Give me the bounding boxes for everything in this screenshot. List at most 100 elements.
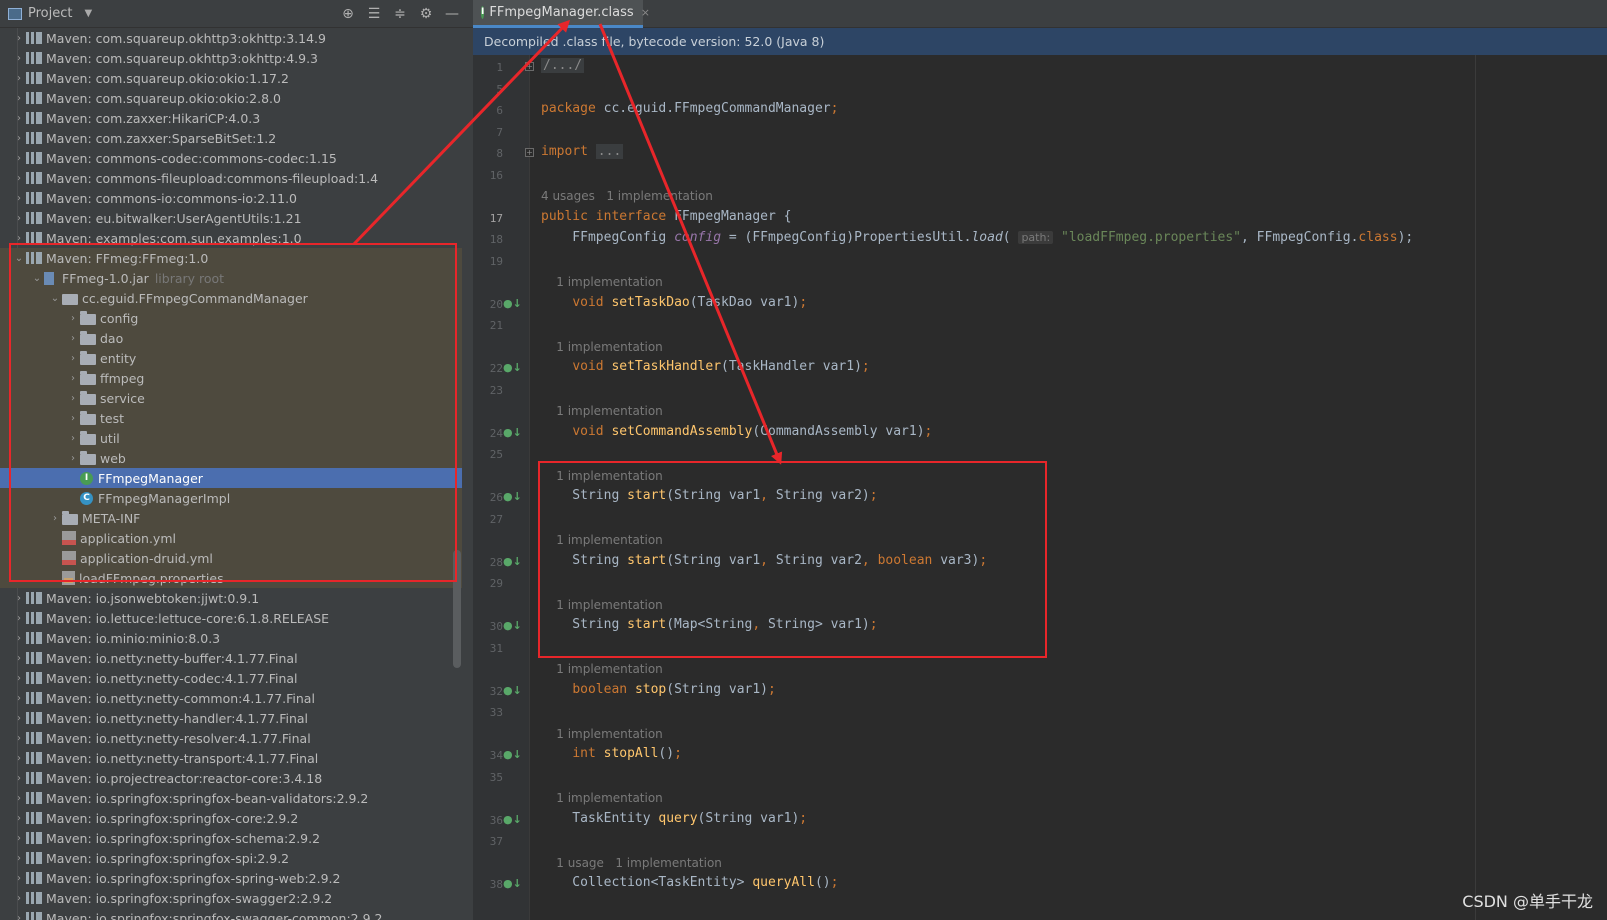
chevron-right-icon[interactable]: › [66, 313, 80, 324]
tree-item[interactable]: › dao [0, 328, 462, 348]
tree-item[interactable]: › Maven: io.netty:netty-common:4.1.77.Fin… [0, 688, 462, 708]
code-vision-hint[interactable]: 1 implementation [541, 727, 663, 741]
tree-item[interactable]: › config [0, 308, 462, 328]
implemented-method-icon[interactable]: ●↓ [503, 297, 522, 310]
tree-item[interactable]: › Maven: com.squareup.okio:okio:2.8.0 [0, 88, 462, 108]
locate-icon[interactable]: ⊕ [335, 6, 361, 22]
implemented-method-icon[interactable]: ●↓ [503, 555, 522, 568]
chevron-down-icon[interactable]: ⌄ [12, 253, 26, 264]
collapse-all-icon[interactable]: ≑ [387, 6, 413, 22]
tree-item[interactable]: I FFmpegManager [0, 468, 462, 488]
code-vision-hint[interactable]: 1 implementation [541, 469, 663, 483]
tree-item[interactable]: › Maven: io.netty:netty-buffer:4.1.77.Fin… [0, 648, 462, 668]
code-vision-hint[interactable]: 1 implementation [541, 533, 663, 547]
tree-item[interactable]: › Maven: io.netty:netty-handler:4.1.77.Fi… [0, 708, 462, 728]
code-line[interactable]: /.../ [541, 58, 585, 73]
chevron-right-icon[interactable]: › [12, 193, 26, 204]
tree-item[interactable]: › Maven: eu.bitwalker:UserAgentUtils:1.21 [0, 208, 462, 228]
tree-item[interactable]: › Maven: io.springfox:springfox-swagger-c… [0, 908, 462, 920]
chevron-right-icon[interactable]: › [12, 113, 26, 124]
code-vision-hint[interactable]: 1 implementation [541, 662, 663, 676]
code-line[interactable]: boolean stop(String var1); [541, 682, 776, 697]
chevron-right-icon[interactable]: › [12, 153, 26, 164]
implemented-method-icon[interactable]: ●↓ [503, 490, 522, 503]
chevron-down-icon[interactable]: ⌄ [48, 293, 62, 304]
chevron-right-icon[interactable]: › [12, 133, 26, 144]
tree-item[interactable]: › Maven: com.squareup.okhttp3:okhttp:4.9.… [0, 48, 462, 68]
tree-item[interactable]: › Maven: io.springfox:springfox-spring-we… [0, 868, 462, 888]
tree-item[interactable]: › Maven: io.netty:netty-codec:4.1.77.Fina… [0, 668, 462, 688]
chevron-right-icon[interactable]: › [12, 813, 26, 824]
chevron-right-icon[interactable]: › [12, 93, 26, 104]
chevron-right-icon[interactable]: › [66, 393, 80, 404]
chevron-right-icon[interactable]: › [12, 233, 26, 244]
tab-ffmpegmanager-class[interactable]: I FFmpegManager.class × [473, 0, 650, 28]
tree-scrollbar[interactable] [453, 550, 461, 668]
gear-icon[interactable]: ⚙ [413, 6, 439, 22]
project-view-selector[interactable]: Project ▼ [8, 6, 92, 21]
code-line[interactable]: int stopAll(); [541, 746, 682, 761]
tree-item[interactable]: application.yml [0, 528, 462, 548]
chevron-right-icon[interactable]: › [12, 633, 26, 644]
chevron-right-icon[interactable]: › [66, 353, 80, 364]
tree-item[interactable]: › util [0, 428, 462, 448]
expand-all-icon[interactable]: ☰ [361, 6, 387, 22]
chevron-right-icon[interactable]: › [12, 73, 26, 84]
minimize-icon[interactable]: — [439, 6, 465, 22]
tree-item[interactable]: C FFmpegManagerImpl [0, 488, 462, 508]
close-icon[interactable]: × [641, 6, 650, 19]
code-vision-hint[interactable]: 1 implementation [541, 275, 663, 289]
code-line[interactable]: String start(String var1, String var2); [541, 488, 877, 503]
chevron-right-icon[interactable]: › [12, 693, 26, 704]
tree-item[interactable]: › Maven: io.springfox:springfox-spi:2.9.2 [0, 848, 462, 868]
chevron-right-icon[interactable]: › [12, 653, 26, 664]
implemented-method-icon[interactable]: ●↓ [503, 813, 522, 826]
chevron-right-icon[interactable]: › [48, 513, 62, 524]
code-vision-hint[interactable]: 4 usages 1 implementation [541, 189, 713, 203]
code-vision-hint[interactable]: 1 implementation [541, 791, 663, 805]
code-line[interactable]: void setTaskDao(TaskDao var1); [541, 295, 807, 310]
tree-item[interactable]: › Maven: io.jsonwebtoken:jjwt:0.9.1 [0, 588, 462, 608]
implemented-method-icon[interactable]: ●↓ [503, 361, 522, 374]
chevron-right-icon[interactable]: › [66, 373, 80, 384]
tree-item[interactable]: ⌄ FFmeg-1.0.jar library root [0, 268, 462, 288]
code-vision-hint[interactable]: 1 usage 1 implementation [541, 856, 722, 870]
code-line[interactable]: import ... [541, 144, 624, 159]
tree-item[interactable]: ⌄ Maven: FFmeg:FFmeg:1.0 [0, 248, 462, 268]
tree-item[interactable]: › Maven: io.projectreactor:reactor-core:3… [0, 768, 462, 788]
chevron-right-icon[interactable]: › [12, 713, 26, 724]
tree-item[interactable]: ⌄ cc.eguid.FFmpegCommandManager [0, 288, 462, 308]
code-line[interactable]: void setTaskHandler(TaskHandler var1); [541, 359, 869, 374]
chevron-right-icon[interactable]: › [66, 333, 80, 344]
tree-item[interactable]: application-druid.yml [0, 548, 462, 568]
chevron-right-icon[interactable]: › [12, 593, 26, 604]
code-line[interactable]: void setCommandAssembly(CommandAssembly … [541, 424, 932, 439]
code-vision-hint[interactable]: 1 implementation [541, 598, 663, 612]
chevron-down-icon[interactable]: ⌄ [30, 273, 44, 284]
fold-toggle-icon[interactable]: + [525, 62, 534, 71]
implemented-method-icon[interactable]: ●↓ [503, 748, 522, 761]
tree-item[interactable]: › Maven: io.springfox:springfox-core:2.9.… [0, 808, 462, 828]
chevron-right-icon[interactable]: › [12, 33, 26, 44]
tree-item[interactable]: › Maven: commons-fileupload:commons-fileu… [0, 168, 462, 188]
implemented-method-icon[interactable]: ●↓ [503, 619, 522, 632]
chevron-right-icon[interactable]: › [66, 413, 80, 424]
chevron-right-icon[interactable]: › [12, 853, 26, 864]
code-line[interactable]: public interface FFmpegManager { [541, 209, 791, 224]
code-line[interactable]: Collection<TaskEntity> queryAll(); [541, 875, 838, 890]
tree-item[interactable]: › Maven: io.springfox:springfox-swagger2:… [0, 888, 462, 908]
chevron-right-icon[interactable]: › [12, 753, 26, 764]
tree-item[interactable]: loadFFmpeg.properties [0, 568, 462, 588]
tree-item[interactable]: › Maven: io.lettuce:lettuce-core:6.1.8.RE… [0, 608, 462, 628]
chevron-right-icon[interactable]: › [12, 173, 26, 184]
tree-item[interactable]: › service [0, 388, 462, 408]
tree-item[interactable]: › Maven: io.netty:netty-transport:4.1.77.… [0, 748, 462, 768]
tree-item[interactable]: › Maven: io.netty:netty-resolver:4.1.77.F… [0, 728, 462, 748]
tree-item[interactable]: › Maven: com.squareup.okio:okio:1.17.2 [0, 68, 462, 88]
chevron-right-icon[interactable]: › [12, 213, 26, 224]
code-line[interactable]: String start(Map<String, String> var1); [541, 617, 877, 632]
chevron-right-icon[interactable]: › [12, 733, 26, 744]
tree-item[interactable]: › Maven: com.zaxxer:SparseBitSet:1.2 [0, 128, 462, 148]
tree-item[interactable]: › Maven: io.springfox:springfox-bean-vali… [0, 788, 462, 808]
tree-item[interactable]: › Maven: com.zaxxer:HikariCP:4.0.3 [0, 108, 462, 128]
